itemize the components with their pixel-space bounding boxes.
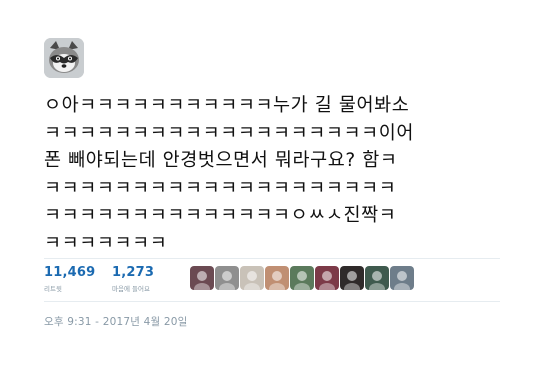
raccoon-icon [44,38,84,78]
like-label: 마음에 들어요 [112,285,150,293]
person-icon [390,266,414,290]
stats-divider-bottom [44,301,500,302]
liker-avatar[interactable] [365,266,389,290]
like-stat[interactable]: 1,273 마음에 들어요 [112,265,154,293]
person-icon [340,266,364,290]
liker-avatar[interactable] [390,266,414,290]
tweet-text: ㅇ아ㅋㅋㅋㅋㅋㅋㅋㅋㅋㅋㅋ누가 길 물어봐소 ㅋㅋㅋㅋㅋㅋㅋㅋㅋㅋㅋㅋㅋㅋㅋㅋㅋ… [44,92,514,258]
person-icon [265,266,289,290]
tweet-text-line: ㅋㅋㅋㅋㅋㅋㅋㅋㅋㅋㅋㅋㅋㅋㅇㅆㅅ진짝ㅋ [44,205,397,227]
profile-avatar[interactable] [44,38,84,78]
person-icon [240,266,264,290]
retweet-count: 11,469 [44,265,96,280]
liker-avatar[interactable] [315,266,339,290]
person-icon [215,266,239,290]
stats-divider-top [44,258,500,259]
person-icon [315,266,339,290]
retweet-stat[interactable]: 11,469 리트윗 [44,265,95,293]
like-count: 1,273 [112,265,155,280]
person-icon [365,266,389,290]
liker-avatar[interactable] [240,266,264,290]
tweet-text-line: 폰 빼야되는데 안경벗으면서 뭐라구요? 함ㅋ [44,150,398,172]
tweet-text-line: ㅇ아ㅋㅋㅋㅋㅋㅋㅋㅋㅋㅋㅋ누가 길 물어봐소 [44,95,410,116]
retweet-label: 리트윗 [44,285,62,293]
liker-avatar[interactable] [190,266,214,290]
liker-avatar[interactable] [340,266,364,290]
liker-avatar[interactable] [265,266,289,290]
tweet-text-line: ㅋㅋㅋㅋㅋㅋㅋㅋㅋㅋㅋㅋㅋㅋㅋㅋㅋㅋㅋ이어 [44,122,415,144]
liker-avatar[interactable] [215,266,239,290]
liker-avatar[interactable] [290,266,314,290]
tweet-text-line: ㅋㅋㅋㅋㅋㅋㅋㅋㅋㅋㅋㅋㅋㅋㅋㅋㅋㅋㅋㅋ [44,177,397,199]
tweet-timestamp[interactable]: 오후 9:31 - 2017년 4월 20일 [44,314,188,329]
tweet-text-line: ㅋㅋㅋㅋㅋㅋㅋ [44,232,168,254]
person-icon [290,266,314,290]
tweet-card: ㅇ아ㅋㅋㅋㅋㅋㅋㅋㅋㅋㅋㅋ누가 길 물어봐소 ㅋㅋㅋㅋㅋㅋㅋㅋㅋㅋㅋㅋㅋㅋㅋㅋㅋ… [0,0,545,387]
person-icon [190,266,214,290]
